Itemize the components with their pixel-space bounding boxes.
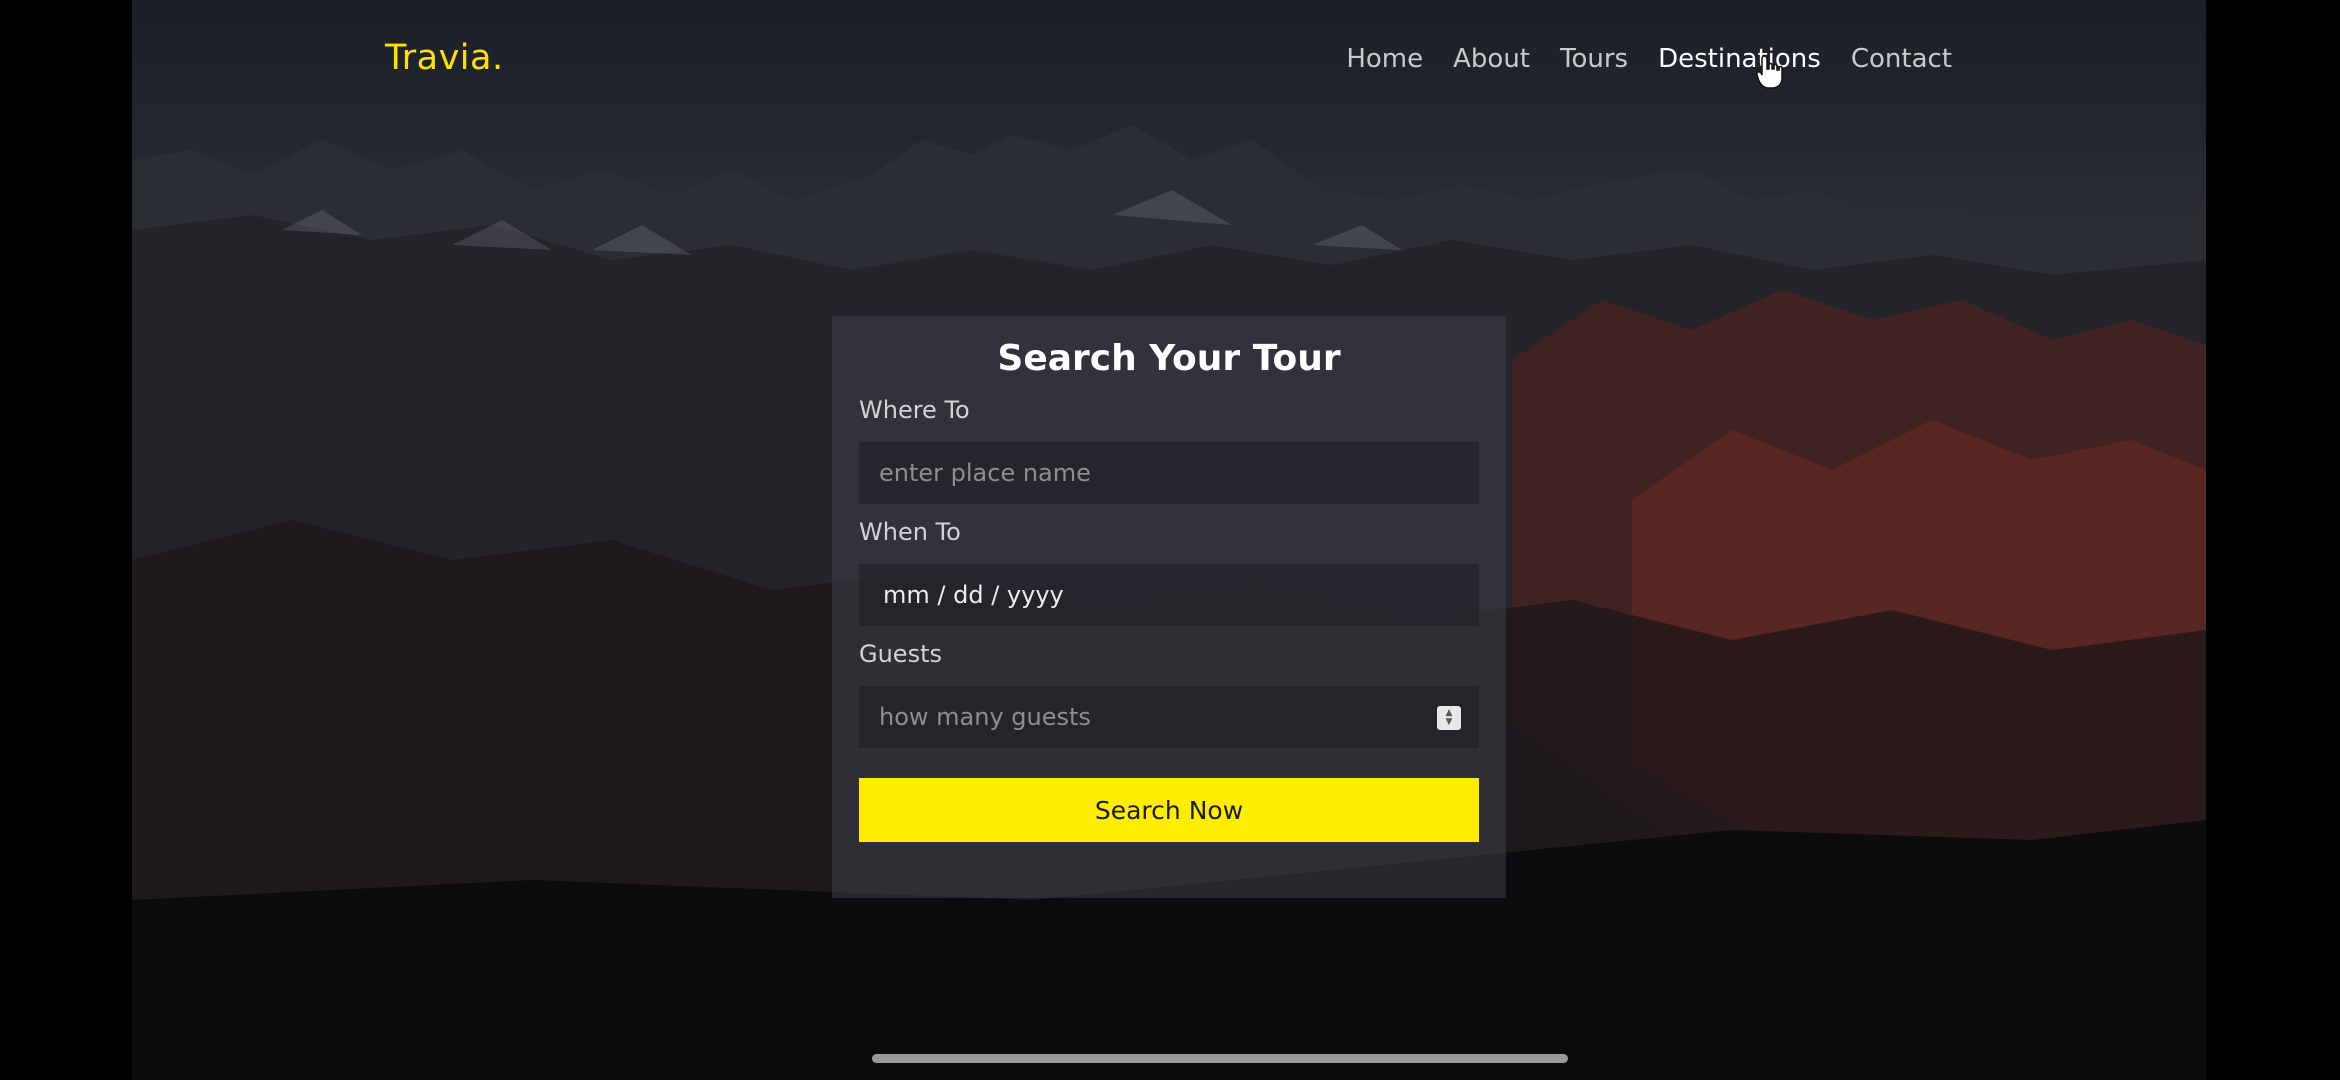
- brand-logo[interactable]: Travia.: [385, 38, 504, 78]
- guests-number-input[interactable]: ▲ ▼: [859, 686, 1479, 748]
- where-to-input[interactable]: [859, 442, 1479, 504]
- stepper-down-icon[interactable]: ▼: [1446, 718, 1453, 727]
- search-tour-card: Search Your Tour Where To When To mm / d…: [832, 316, 1506, 898]
- date-format-text: mm / dd / yyyy: [883, 581, 1064, 609]
- guests-input[interactable]: [859, 686, 1419, 748]
- hand-pointer-icon: [1756, 55, 1783, 89]
- nav-links: Home About Tours Destinations Contact: [1346, 44, 1952, 74]
- nav-home[interactable]: Home: [1346, 44, 1423, 74]
- home-indicator-bar[interactable]: [872, 1054, 1568, 1063]
- hero-page: Travia. Home About Tours Destinations Co…: [132, 0, 2206, 1080]
- guests-label: Guests: [859, 640, 942, 668]
- where-to-label: Where To: [859, 396, 970, 424]
- nav-about[interactable]: About: [1453, 44, 1530, 74]
- top-navbar: Travia. Home About Tours Destinations Co…: [132, 0, 2206, 120]
- nav-destinations[interactable]: Destinations: [1658, 44, 1821, 74]
- search-now-button[interactable]: Search Now: [859, 778, 1479, 842]
- nav-tours[interactable]: Tours: [1560, 44, 1628, 74]
- search-card-title: Search Your Tour: [997, 338, 1341, 379]
- when-to-label: When To: [859, 518, 961, 546]
- number-stepper-icon[interactable]: ▲ ▼: [1437, 706, 1461, 730]
- when-to-date-input[interactable]: mm / dd / yyyy: [859, 564, 1479, 626]
- device-screen: Travia. Home About Tours Destinations Co…: [0, 0, 2340, 1080]
- nav-contact[interactable]: Contact: [1851, 44, 1952, 74]
